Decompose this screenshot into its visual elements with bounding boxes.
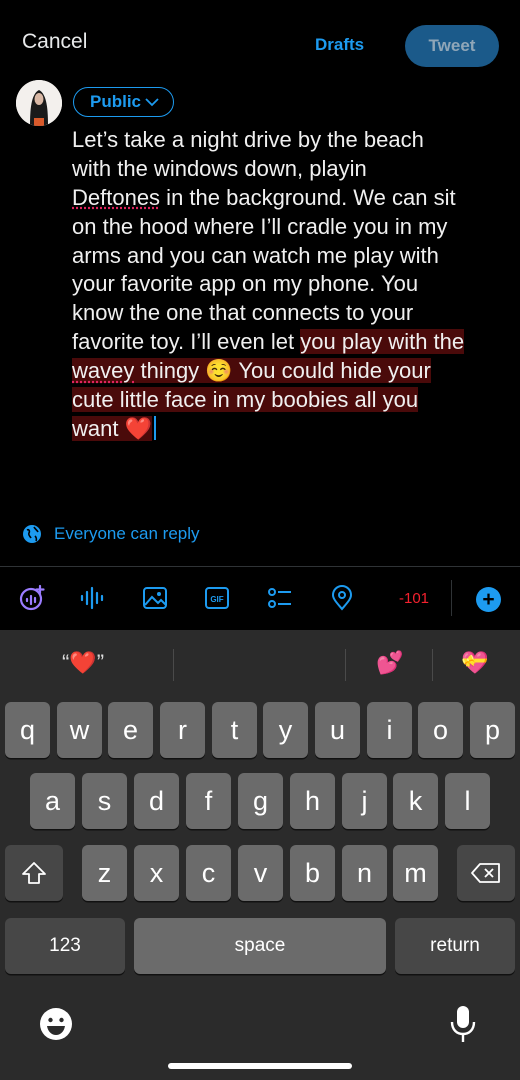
key-r[interactable]: r: [160, 702, 205, 758]
toolbar-divider: [451, 580, 452, 616]
suggestion-divider: [173, 649, 174, 681]
audio-icon[interactable]: [79, 584, 107, 612]
backspace-icon: [471, 863, 500, 883]
suggestion-1[interactable]: “❤️”: [62, 650, 104, 676]
key-u[interactable]: u: [315, 702, 360, 758]
text-line: arms and you can watch me play with: [72, 242, 439, 268]
key-t[interactable]: t: [212, 702, 257, 758]
key-i[interactable]: i: [367, 702, 412, 758]
gif-icon[interactable]: GIF: [203, 584, 231, 612]
key-e[interactable]: e: [108, 702, 153, 758]
over-limit-text: cute little face in my boobies all you: [72, 387, 419, 413]
key-h[interactable]: h: [290, 773, 335, 829]
reply-setting-button[interactable]: Everyone can reply: [22, 524, 200, 544]
key-y[interactable]: y: [263, 702, 308, 758]
text-line: know the one that connects to your: [72, 300, 414, 326]
text-line: want ❤️: [72, 415, 512, 444]
key-s[interactable]: s: [82, 773, 127, 829]
key-w[interactable]: w: [57, 702, 102, 758]
avatar[interactable]: [16, 80, 62, 126]
text-line: with the windows down, playin: [72, 155, 367, 181]
chevron-down-icon: [145, 98, 159, 107]
key-a[interactable]: a: [30, 773, 75, 829]
compose-toolbar: GIF: [0, 566, 520, 631]
text-line: your favorite app on my phone. You: [72, 271, 419, 297]
text-line: on the hood where I’ll cradle you in my: [72, 213, 448, 239]
suggestion-3[interactable]: 💝: [461, 650, 488, 676]
key-f[interactable]: f: [186, 773, 231, 829]
key-v[interactable]: v: [238, 845, 283, 901]
numbers-key[interactable]: 123: [5, 918, 125, 974]
key-n[interactable]: n: [342, 845, 387, 901]
key-o[interactable]: o: [418, 702, 463, 758]
home-indicator[interactable]: [168, 1063, 352, 1069]
reply-setting-label: Everyone can reply: [54, 524, 200, 543]
key-z[interactable]: z: [82, 845, 127, 901]
spaces-icon[interactable]: [18, 584, 46, 612]
shift-icon: [22, 862, 46, 884]
misspelled-word: Deftones: [72, 184, 161, 210]
svg-text:GIF: GIF: [210, 595, 223, 604]
text-line: Deftones in the background. We can sit: [72, 184, 456, 210]
key-m[interactable]: m: [393, 845, 438, 901]
add-tweet-button[interactable]: +: [476, 587, 501, 612]
cancel-button[interactable]: Cancel: [22, 30, 87, 54]
suggestion-divider: [345, 649, 346, 681]
over-limit-text: you play with the: [300, 329, 465, 355]
key-k[interactable]: k: [393, 773, 438, 829]
over-limit-text: thingy ☺️ You could hide your: [134, 358, 431, 384]
keyboard: “❤️” 💕 💝 q w e r t y u i o p a s d f g h…: [0, 630, 520, 1080]
globe-icon: [23, 525, 41, 543]
key-j[interactable]: j: [342, 773, 387, 829]
text-line: cute little face in my boobies all you: [72, 386, 512, 415]
audience-selector[interactable]: Public: [73, 87, 175, 117]
key-x[interactable]: x: [134, 845, 179, 901]
poll-icon[interactable]: [266, 584, 294, 612]
key-g[interactable]: g: [238, 773, 283, 829]
tweet-text-input[interactable]: Let’s take a night drive by the beach wi…: [72, 126, 512, 444]
character-counter: -101: [399, 590, 430, 607]
text-line: Let’s take a night drive by the beach: [72, 127, 424, 152]
avatar-image: [16, 80, 62, 126]
space-key[interactable]: space: [134, 918, 386, 974]
tweet-button[interactable]: Tweet: [405, 25, 499, 67]
audience-label: Public: [90, 92, 142, 111]
key-l[interactable]: l: [445, 773, 490, 829]
microphone-icon[interactable]: [448, 1004, 478, 1044]
key-b[interactable]: b: [290, 845, 335, 901]
image-icon[interactable]: [141, 584, 169, 612]
text-cursor: [153, 415, 157, 440]
emoji-icon[interactable]: [38, 1006, 74, 1042]
key-c[interactable]: c: [186, 845, 231, 901]
key-p[interactable]: p: [470, 702, 515, 758]
suggestion-2[interactable]: 💕: [376, 650, 403, 676]
key-q[interactable]: q: [5, 702, 50, 758]
over-limit-text: want ❤️: [72, 415, 152, 441]
text-line: wavey thingy ☺️ You could hide your: [72, 357, 512, 386]
key-d[interactable]: d: [134, 773, 179, 829]
suggestion-divider: [432, 649, 433, 681]
backspace-key[interactable]: [457, 845, 515, 901]
text-line: favorite toy. I’ll even let you play wit…: [72, 329, 465, 355]
shift-key[interactable]: [5, 845, 63, 901]
return-key[interactable]: return: [395, 918, 515, 974]
drafts-button[interactable]: Drafts: [315, 35, 364, 55]
location-icon[interactable]: [328, 584, 356, 612]
over-limit-text: wavey: [72, 358, 135, 384]
